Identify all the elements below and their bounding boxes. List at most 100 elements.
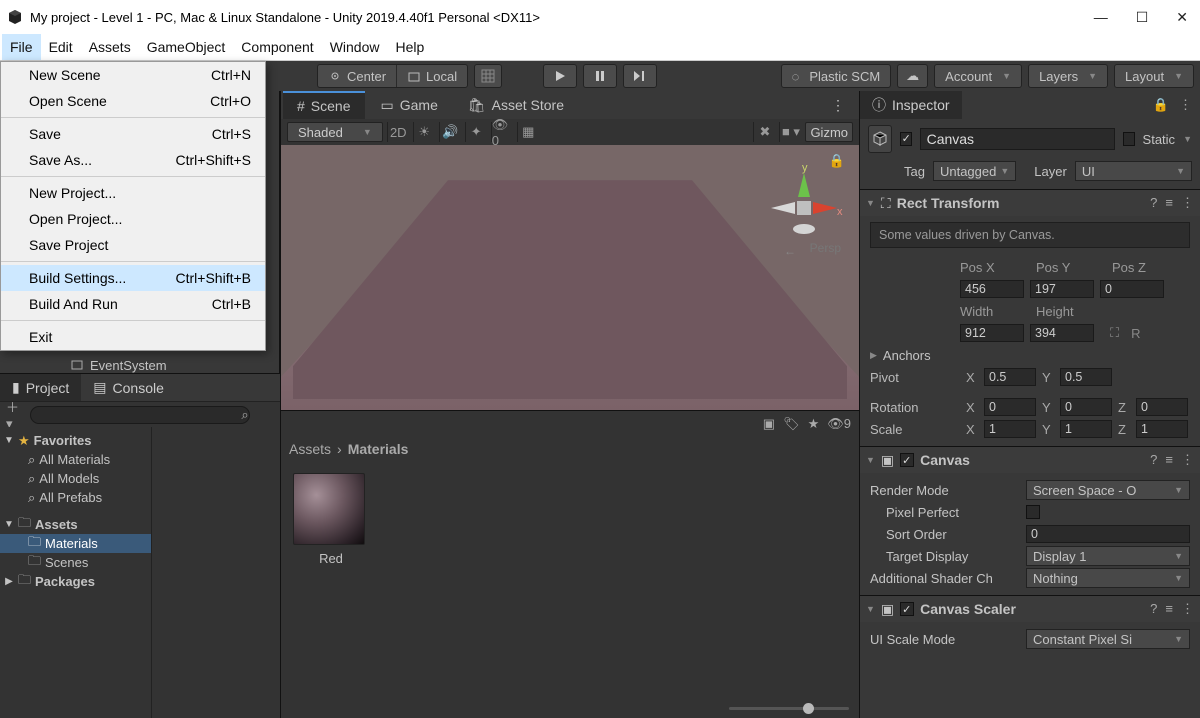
grid-toggle[interactable]: ▦ [517,122,539,142]
plastic-scm-button[interactable]: ◌ Plastic SCM [781,64,892,88]
hierarchy-item-eventsystem[interactable]: EventSystem [0,355,279,373]
window-maximize-button[interactable]: ☐ [1136,9,1149,26]
scene-view[interactable]: y x ← Persp 🔒 [281,145,859,410]
help-icon[interactable]: ? [1150,195,1157,211]
window-minimize-button[interactable]: — [1094,9,1108,26]
scale-y-input[interactable] [1060,420,1112,438]
shader-channels-dropdown[interactable]: Nothing▼ [1026,568,1190,588]
gameobject-type-icon[interactable] [868,125,892,153]
fav-all-models[interactable]: ⌕All Models [0,469,151,488]
favorites-header[interactable]: ▼★Favorites [0,431,151,450]
gameobject-name-input[interactable] [920,128,1115,150]
preset-icon[interactable]: ≡ [1165,195,1173,211]
filter-by-type-icon[interactable]: ▣ [763,416,775,432]
menu-assets[interactable]: Assets [81,34,139,60]
menu-new-scene[interactable]: New SceneCtrl+N [1,62,265,88]
height-input[interactable] [1030,324,1094,342]
anchors-toggle[interactable]: ▶ [870,350,877,361]
canvas-enabled-checkbox[interactable] [900,453,914,467]
tab-inspector[interactable]: ⓘ Inspector [860,91,962,119]
help-icon[interactable]: ? [1150,601,1157,617]
camera-icon[interactable]: ■ ▾ [779,122,801,142]
fav-all-materials[interactable]: ⌕All Materials [0,450,151,469]
tab-console[interactable]: ▤ Console [81,374,176,401]
layer-dropdown[interactable]: UI▼ [1075,161,1192,181]
rot-y-input[interactable] [1060,398,1112,416]
active-checkbox[interactable] [900,132,912,146]
menu-new-project[interactable]: New Project... [1,180,265,206]
lock-icon[interactable]: 🔒 [829,153,845,169]
menu-icon[interactable]: ⋮ [1181,601,1194,617]
menu-icon[interactable]: ⋮ [1181,195,1194,211]
tab-scene[interactable]: #Scene [283,91,365,119]
menu-open-project[interactable]: Open Project... [1,206,265,232]
preset-icon[interactable]: ≡ [1165,601,1173,617]
collapse-toggle[interactable]: ▼ [866,455,875,465]
lock-icon[interactable]: 🔒 [1153,97,1169,113]
tab-asset-store[interactable]: 🛍Asset Store [454,91,578,119]
panel-menu-button[interactable]: ⋮ [817,91,859,119]
menu-open-scene[interactable]: Open SceneCtrl+O [1,88,265,114]
step-button[interactable] [623,64,657,88]
window-close-button[interactable]: ✕ [1176,9,1188,26]
menu-exit[interactable]: Exit [1,324,265,350]
orientation-gizmo[interactable]: y x ← Persp [759,163,843,263]
pos-y-input[interactable] [1030,280,1094,298]
assets-folder[interactable]: ▼🗀Assets [0,515,151,534]
menu-gameobject[interactable]: GameObject [139,34,234,60]
width-input[interactable] [960,324,1024,342]
scenes-folder[interactable]: 🗀Scenes [0,553,151,572]
pos-x-input[interactable] [960,280,1024,298]
scale-x-input[interactable] [984,420,1036,438]
audio-toggle[interactable]: 🔊 [439,122,461,142]
play-button[interactable] [543,64,577,88]
account-dropdown[interactable]: Account▼ [934,64,1022,88]
scale-z-input[interactable] [1136,420,1188,438]
favorite-filter-icon[interactable]: ★ [808,416,820,432]
menu-save-project[interactable]: Save Project [1,232,265,258]
collapse-toggle[interactable]: ▼ [866,198,875,208]
filter-by-label-icon[interactable]: 🏷 [783,416,800,432]
sort-order-input[interactable] [1026,525,1190,543]
menu-build-settings[interactable]: Build Settings...Ctrl+Shift+B [1,265,265,291]
tools-icon[interactable]: ✖ [753,122,775,142]
collapse-toggle[interactable]: ▼ [866,604,875,614]
layout-dropdown[interactable]: Layout▼ [1114,64,1194,88]
cloud-button[interactable]: ☁ [897,64,928,88]
2d-toggle[interactable]: 2D [387,122,409,142]
fav-all-prefabs[interactable]: ⌕All Prefabs [0,488,151,507]
menu-component[interactable]: Component [233,34,321,60]
pixel-perfect-checkbox[interactable] [1026,505,1040,519]
snap-toggle[interactable] [474,64,502,88]
pivot-x-input[interactable] [984,368,1036,386]
project-search-input[interactable] [30,406,250,424]
menu-save-as[interactable]: Save As...Ctrl+Shift+S [1,147,265,173]
static-checkbox[interactable] [1123,132,1135,146]
pivot-local-button[interactable]: Local [397,65,467,87]
pos-z-input[interactable] [1100,280,1164,298]
raw-edit-icon[interactable]: R [1131,326,1140,341]
pause-button[interactable] [583,64,617,88]
layers-dropdown[interactable]: Layers▼ [1028,64,1108,88]
gizmos-dropdown[interactable]: Gizmo [805,122,853,142]
materials-folder[interactable]: 🗀Materials [0,534,151,553]
render-mode-dropdown[interactable]: Screen Space - O▼ [1026,480,1190,500]
packages-folder[interactable]: ▶🗀Packages [0,572,151,591]
rot-x-input[interactable] [984,398,1036,416]
ui-scale-mode-dropdown[interactable]: Constant Pixel Si▼ [1026,629,1190,649]
menu-help[interactable]: Help [387,34,432,60]
tag-dropdown[interactable]: Untagged▼ [933,161,1016,181]
preset-icon[interactable]: ≡ [1165,452,1173,468]
blueprint-icon[interactable]: ⛶ [1110,325,1119,341]
menu-edit[interactable]: Edit [41,34,81,60]
menu-build-and-run[interactable]: Build And RunCtrl+B [1,291,265,317]
menu-icon[interactable]: ⋮ [1181,452,1194,468]
panel-menu-icon[interactable]: ⋮ [1179,97,1192,113]
menu-file[interactable]: File [2,34,41,60]
lighting-toggle[interactable]: ☀ [413,122,435,142]
pivot-y-input[interactable] [1060,368,1112,386]
menu-save[interactable]: SaveCtrl+S [1,121,265,147]
rot-z-input[interactable] [1136,398,1188,416]
target-display-dropdown[interactable]: Display 1▼ [1026,546,1190,566]
fx-toggle[interactable]: ✦ [465,122,487,142]
